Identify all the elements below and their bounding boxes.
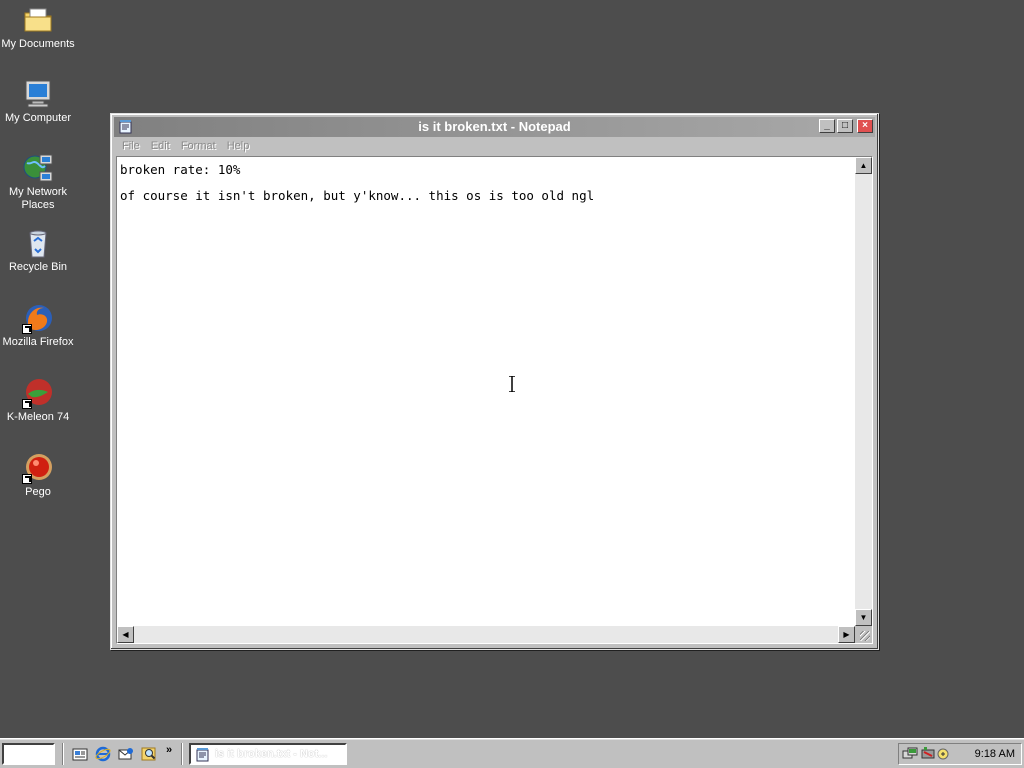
vertical-scrollbar[interactable]: ▲ ▼	[855, 157, 872, 626]
desktop-icon-label: My Documents	[1, 38, 75, 50]
shortcut-arrow-icon	[22, 399, 32, 409]
desktop-icon-my-network-places[interactable]: My Network Places	[0, 152, 76, 212]
text-editor[interactable]: broken rate: 10% of course it isn't brok…	[116, 156, 873, 644]
pego-icon	[22, 452, 54, 484]
desktop-icon-mozilla-firefox[interactable]: Mozilla Firefox	[0, 302, 76, 349]
quick-launch-separator	[181, 743, 183, 765]
desktop-icon-recycle-bin[interactable]: Recycle Bin	[0, 227, 76, 274]
taskbar-clock[interactable]: 9:18 AM	[975, 748, 1015, 760]
show-desktop-icon[interactable]	[72, 746, 88, 762]
window-titlebar[interactable]: is it broken.txt - Notepad _ □ ×	[114, 117, 875, 137]
desktop-icon-pego[interactable]: Pego	[0, 452, 76, 499]
notepad-icon	[195, 747, 211, 763]
desktop-icon-label: My Network Places	[8, 186, 68, 211]
recycle-bin-icon	[22, 227, 54, 259]
desktop-icon-my-computer[interactable]: My Computer	[0, 78, 76, 125]
volume-icon[interactable]	[936, 746, 952, 762]
quick-launch-separator	[62, 743, 64, 765]
editor-text[interactable]: broken rate: 10% of course it isn't brok…	[119, 157, 852, 623]
internet-explorer-icon[interactable]	[95, 746, 111, 762]
desktop-icon-k-meleon[interactable]: K-Meleon 74	[0, 377, 76, 424]
desktop-icon-my-documents[interactable]: My Documents	[0, 4, 76, 51]
desktop-icon-label: Recycle Bin	[8, 261, 68, 273]
outlook-express-icon[interactable]	[118, 746, 134, 762]
search-icon[interactable]	[141, 746, 157, 762]
system-tray: 9:18 AM	[898, 743, 1022, 765]
scroll-down-button[interactable]: ▼	[855, 609, 872, 626]
taskbar-button-notepad[interactable]: is it broken.txt - Not...	[189, 743, 347, 765]
menu-edit[interactable]: Edit	[151, 140, 170, 152]
network-globe-icon	[22, 152, 54, 184]
taskbar-button-label: is it broken.txt - Not...	[215, 748, 328, 760]
start-button[interactable]	[2, 743, 55, 765]
safely-remove-hardware-icon[interactable]	[920, 746, 936, 762]
network-connection-icon[interactable]	[902, 746, 918, 762]
menu-format[interactable]: Format	[181, 140, 216, 152]
folder-icon	[22, 4, 54, 36]
shortcut-arrow-icon	[22, 474, 32, 484]
scroll-right-button[interactable]: ▶	[838, 626, 855, 643]
firefox-icon	[22, 302, 54, 334]
close-button[interactable]: ×	[857, 119, 873, 133]
desktop-icon-label: Mozilla Firefox	[2, 336, 74, 348]
menu-bar: File Edit Format Help	[114, 138, 875, 156]
chevron-more-icon[interactable]: »	[166, 744, 172, 756]
horizontal-scrollbar[interactable]: ◀ ▶	[117, 626, 855, 643]
resize-grip[interactable]	[855, 626, 872, 643]
window-title: is it broken.txt - Notepad	[418, 119, 571, 134]
maximize-button[interactable]: □	[837, 119, 853, 133]
k-meleon-icon	[22, 377, 54, 409]
scroll-left-button[interactable]: ◀	[117, 626, 134, 643]
computer-icon	[22, 78, 54, 110]
taskbar: » is it broken.txt - Not... 9:18 AM	[0, 738, 1024, 768]
shortcut-arrow-icon	[22, 324, 32, 334]
scroll-up-button[interactable]: ▲	[855, 157, 872, 174]
ibeam-cursor-icon	[509, 375, 515, 393]
desktop-icon-label: K-Meleon 74	[6, 411, 70, 423]
desktop-icon-label: My Computer	[4, 112, 72, 124]
desktop-icon-label: Pego	[25, 486, 51, 498]
menu-help[interactable]: Help	[227, 140, 250, 152]
menu-file[interactable]: File	[122, 140, 140, 152]
minimize-button[interactable]: _	[819, 119, 835, 133]
notepad-window[interactable]: is it broken.txt - Notepad _ □ × File Ed…	[110, 113, 879, 650]
